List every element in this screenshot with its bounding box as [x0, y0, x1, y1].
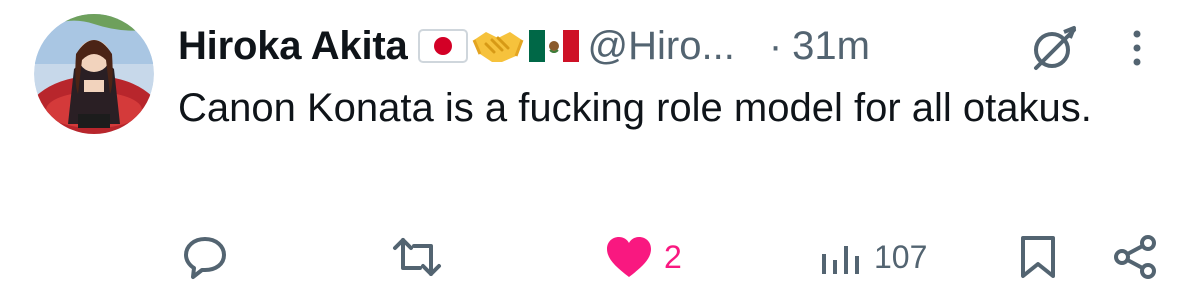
more-options-icon[interactable]: [1120, 24, 1154, 72]
bookmark-button[interactable]: [1018, 222, 1058, 292]
separator-dot: ·: [768, 23, 783, 68]
japan-flag-icon: [417, 26, 468, 66]
bookmark-icon: [1021, 236, 1055, 278]
retweet-icon: [393, 238, 441, 276]
like-button[interactable]: 2: [604, 222, 682, 292]
username-handle[interactable]: @Hiro...: [588, 24, 735, 69]
tweet-header: Hiroka Akita @Hiro... · 31m: [178, 18, 870, 74]
avatar[interactable]: [34, 14, 154, 134]
mexico-flag-icon: [528, 26, 580, 66]
heart-icon: [607, 237, 651, 277]
views-count: 107: [874, 238, 928, 275]
share-button[interactable]: [1112, 222, 1158, 292]
views-button[interactable]: 107: [820, 222, 927, 292]
analytics-icon: [822, 246, 859, 274]
handshake-icon: [472, 26, 524, 66]
grok-icon[interactable]: [1030, 24, 1078, 72]
reply-button[interactable]: [182, 222, 228, 292]
like-count: 2: [664, 238, 682, 275]
timestamp[interactable]: 31m: [792, 24, 870, 69]
reply-icon: [184, 237, 226, 279]
retweet-button[interactable]: [392, 222, 442, 292]
action-bar: 2 107: [0, 222, 1200, 292]
avatar-image: [34, 14, 154, 134]
tweet-card[interactable]: Hiroka Akita @Hiro... · 31m Canon Konata…: [0, 0, 1200, 294]
display-name[interactable]: Hiroka Akita: [178, 24, 408, 69]
tweet-text: Canon Konata is a fucking role model for…: [178, 86, 1092, 130]
share-icon: [1114, 235, 1156, 279]
